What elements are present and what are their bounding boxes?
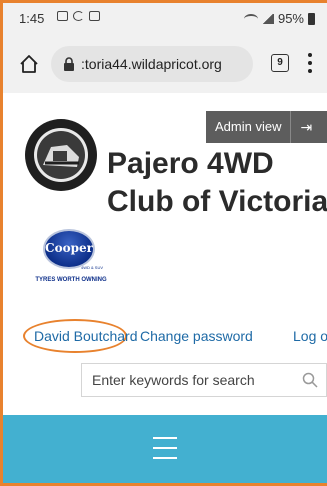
phone-screen: 1:45 95% :toria44.wildapricot.org 9 Admi… (0, 0, 327, 486)
home-icon[interactable] (19, 54, 39, 74)
search-box (81, 363, 327, 397)
club-logo[interactable] (23, 117, 99, 193)
more-menu-icon[interactable] (308, 53, 312, 73)
status-time: 1:45 (19, 11, 45, 26)
admin-view-button[interactable]: Admin view (206, 111, 292, 143)
site-title-line-2: Club of Victoria (107, 185, 327, 218)
tabs-button[interactable]: 9 (271, 54, 289, 72)
search-icon[interactable] (302, 372, 318, 388)
wifi-icon (243, 13, 258, 24)
sync-icon (73, 11, 84, 21)
browser-toolbar: :toria44.wildapricot.org 9 (3, 35, 327, 93)
sponsor-logo[interactable]: Cooper 4WD & SUV TYRES WORTH OWNING (31, 229, 107, 289)
search-input[interactable] (92, 364, 288, 396)
lock-icon[interactable] (63, 57, 75, 71)
user-name-link[interactable]: David Boutchard (34, 328, 138, 344)
image-icon (57, 11, 68, 21)
sponsor-sub: 4WD & SUV (81, 265, 104, 270)
url-text[interactable]: :toria44.wildapricot.org (81, 56, 222, 72)
sponsor-tagline: TYRES WORTH OWNING (35, 277, 107, 283)
battery-icon (308, 12, 315, 25)
exit-icon[interactable]: ⇥ (291, 119, 312, 136)
log-out-link[interactable]: Log out (293, 328, 327, 344)
signal-icon (261, 13, 274, 24)
status-bar: 1:45 95% (3, 3, 327, 35)
notification-icons (57, 11, 100, 21)
battery-percent: 95% (277, 11, 304, 26)
admin-toolbar: Admin view ⇥ (206, 111, 327, 143)
site-title-line-1: Pajero 4WD (107, 147, 274, 180)
address-bar[interactable]: :toria44.wildapricot.org (51, 46, 253, 82)
checkbox-icon (89, 11, 100, 21)
change-password-link[interactable]: Change password (140, 328, 253, 344)
nav-bar (3, 415, 327, 483)
system-indicators: 95% (243, 11, 315, 26)
site-title[interactable]: Pajero 4WD Club of Victoria (107, 145, 327, 221)
hamburger-menu-icon[interactable] (153, 437, 177, 459)
sponsor-name: Cooper (45, 241, 93, 255)
